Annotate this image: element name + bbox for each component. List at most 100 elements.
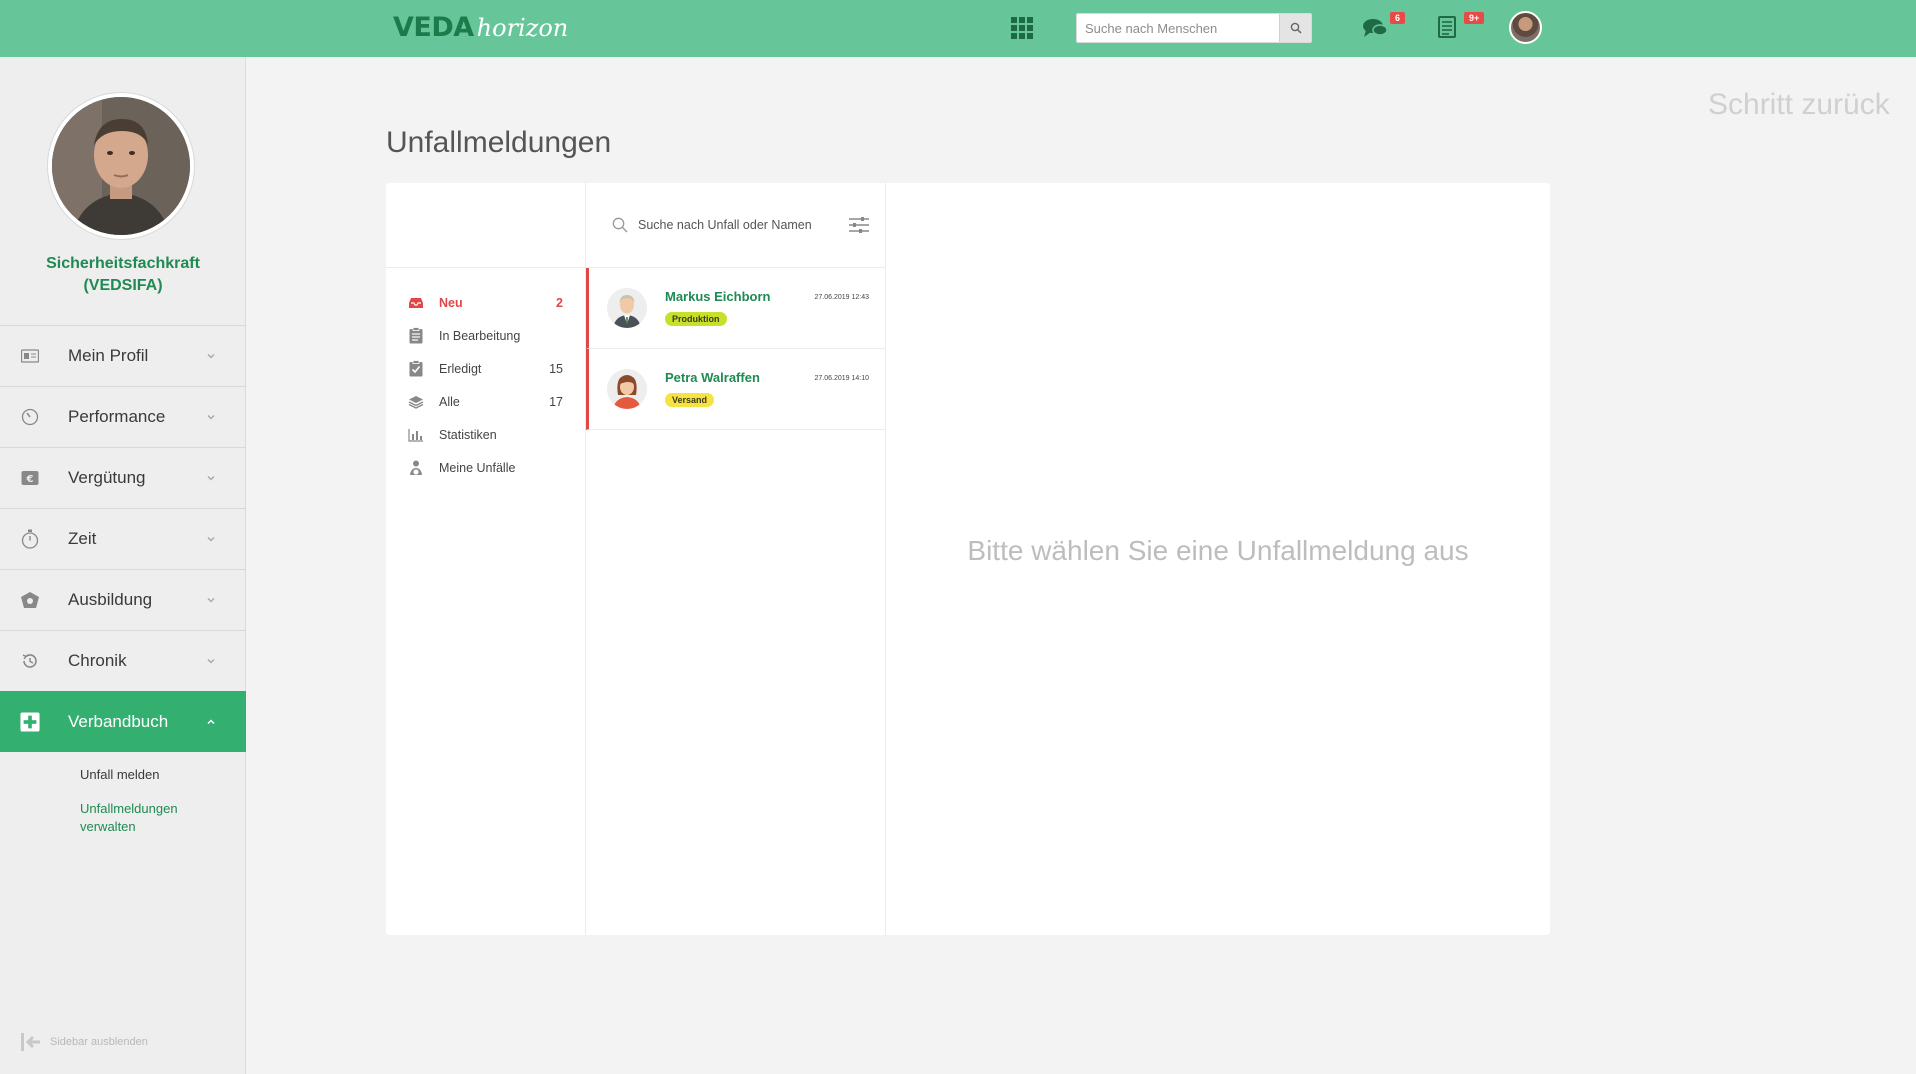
gauge-icon: [20, 407, 40, 427]
page-title: Unfallmeldungen: [386, 126, 612, 159]
female-avatar-icon: [607, 369, 647, 409]
graduation-icon: [20, 590, 40, 610]
filter-count: 15: [549, 361, 563, 376]
chevron-up-icon: [207, 719, 215, 725]
report-person-name: Petra Walraffen: [665, 370, 760, 385]
sidebar-item-label: Chronik: [68, 651, 127, 670]
hide-sidebar-button[interactable]: Sidebar ausblenden: [20, 1032, 148, 1052]
collapse-sidebar-icon: [21, 1033, 40, 1051]
layers-icon: [408, 394, 424, 410]
sidebar-item-chronik[interactable]: Chronik: [0, 630, 246, 691]
report-date: 27.06.2019 12:43: [814, 294, 870, 301]
hide-sidebar-label: Sidebar ausblenden: [50, 1036, 148, 1048]
department-tag: Versand: [665, 393, 715, 407]
sidebar-item-performance[interactable]: Performance: [0, 386, 246, 447]
sidebar: Sicherheitsfachkraft (VEDSIFA) Mein Prof…: [0, 57, 246, 1074]
department-tag: Produktion: [665, 312, 727, 326]
profile-code: (VEDSIFA): [83, 277, 163, 294]
filter-alle[interactable]: Alle 17: [386, 385, 585, 418]
filter-label: Neu: [439, 295, 463, 310]
filter-count: 17: [549, 394, 563, 409]
report-person-name: Markus Eichborn: [665, 289, 771, 304]
report-search-input[interactable]: [638, 218, 838, 232]
profile-photo: [52, 97, 190, 235]
filter-count: 2: [556, 295, 563, 310]
report-date: 27.06.2019 14:10: [814, 375, 870, 382]
clipboard-check-icon: [408, 360, 424, 377]
verbandbuch-subnav: Unfall melden Unfallmeldungen verwalten: [0, 752, 246, 862]
people-search-input[interactable]: [1077, 14, 1279, 42]
filter-label: Erledigt: [439, 361, 482, 376]
first-aid-icon: [20, 712, 40, 732]
svg-text:€: €: [26, 474, 34, 485]
sidebar-nav: Mein Profil Performance € Vergütung Zeit: [0, 325, 246, 862]
veda-horizon-logo[interactable]: VEDA horizon: [393, 12, 568, 44]
user-avatar[interactable]: [1509, 11, 1542, 44]
report-detail-pane: Bitte wählen Sie eine Unfallmeldung aus: [886, 183, 1550, 935]
messages-button[interactable]: 6: [1362, 12, 1406, 42]
empty-state-message: Bitte wählen Sie eine Unfallmeldung aus: [967, 535, 1469, 566]
user-injury-icon: [408, 460, 424, 476]
euro-icon: €: [20, 468, 40, 488]
id-card-icon: [20, 346, 40, 366]
report-list-item[interactable]: Petra Walraffen 27.06.2019 14:10 Versand: [586, 349, 885, 430]
subnav-unfall-melden[interactable]: Unfall melden: [80, 766, 246, 784]
filter-column: Neu 2 In Bearbeitung Erledigt 15 Alle 17…: [386, 183, 586, 935]
search-icon: [612, 217, 628, 233]
filter-column-header: [386, 183, 585, 268]
filter-erledigt[interactable]: Erledigt 15: [386, 352, 585, 385]
bar-chart-icon: [408, 427, 424, 443]
chevron-down-icon: [207, 536, 215, 542]
logo-script-text: horizon: [476, 14, 569, 42]
history-icon: [20, 651, 40, 671]
sidebar-item-verbandbuch[interactable]: Verbandbuch: [0, 691, 246, 752]
filter-label: Statistiken: [439, 427, 497, 442]
filter-neu[interactable]: Neu 2: [386, 286, 585, 319]
filter-meine-unfaelle[interactable]: Meine Unfälle: [386, 451, 585, 484]
messages-badge: 6: [1390, 12, 1406, 24]
top-bar: VEDA horizon 6 9+: [0, 0, 1916, 57]
chevron-down-icon: [207, 597, 215, 603]
report-list-column: Markus Eichborn 27.06.2019 12:43 Produkt…: [586, 183, 886, 935]
logo-bold-text: VEDA: [393, 12, 474, 43]
filter-list: Neu 2 In Bearbeitung Erledigt 15 Alle 17…: [386, 268, 585, 484]
filter-in-bearbeitung[interactable]: In Bearbeitung: [386, 319, 585, 352]
accident-reports-card: Neu 2 In Bearbeitung Erledigt 15 Alle 17…: [386, 183, 1550, 935]
chevron-down-icon: [207, 475, 215, 481]
apps-grid-icon[interactable]: [1011, 17, 1033, 39]
profile-avatar[interactable]: [48, 93, 194, 239]
tasks-badge: 9+: [1464, 12, 1485, 24]
sidebar-item-mein-profil[interactable]: Mein Profil: [0, 325, 246, 386]
sidebar-item-label: Ausbildung: [68, 590, 153, 609]
filter-label: Meine Unfälle: [439, 460, 516, 475]
tasks-button[interactable]: 9+: [1436, 12, 1485, 42]
sliders-icon[interactable]: [849, 215, 869, 235]
report-list-item[interactable]: Markus Eichborn 27.06.2019 12:43 Produkt…: [586, 268, 885, 349]
chevron-down-icon: [207, 658, 215, 664]
clipboard-icon: [408, 327, 424, 344]
task-list-icon: [1438, 16, 1456, 38]
male-avatar-icon: [607, 288, 647, 328]
chevron-down-icon: [207, 353, 215, 359]
chat-bubbles-icon: [1363, 19, 1388, 37]
subnav-unfallmeldungen-verwalten[interactable]: Unfallmeldungen verwalten: [80, 800, 200, 836]
chevron-down-icon: [207, 414, 215, 420]
filter-label: In Bearbeitung: [439, 328, 521, 343]
people-search-button[interactable]: [1279, 14, 1311, 42]
back-link[interactable]: Schritt zurück: [1708, 88, 1890, 122]
sidebar-item-label: Verbandbuch: [68, 712, 169, 731]
sidebar-item-verguetung[interactable]: € Vergütung: [0, 447, 246, 508]
report-search: [586, 183, 885, 268]
filter-label: Alle: [439, 394, 460, 409]
profile-name: Sicherheitsfachkraft (VEDSIFA): [0, 253, 246, 297]
sidebar-item-zeit[interactable]: Zeit: [0, 508, 246, 569]
sidebar-item-label: Vergütung: [68, 468, 146, 487]
profile-role: Sicherheitsfachkraft: [46, 255, 200, 272]
filter-statistiken[interactable]: Statistiken: [386, 418, 585, 451]
stopwatch-icon: [20, 529, 40, 549]
sidebar-item-label: Mein Profil: [68, 346, 149, 365]
sidebar-item-label: Performance: [68, 407, 166, 426]
inbox-icon: [408, 295, 424, 311]
search-icon: [1290, 22, 1302, 34]
sidebar-item-ausbildung[interactable]: Ausbildung: [0, 569, 246, 630]
